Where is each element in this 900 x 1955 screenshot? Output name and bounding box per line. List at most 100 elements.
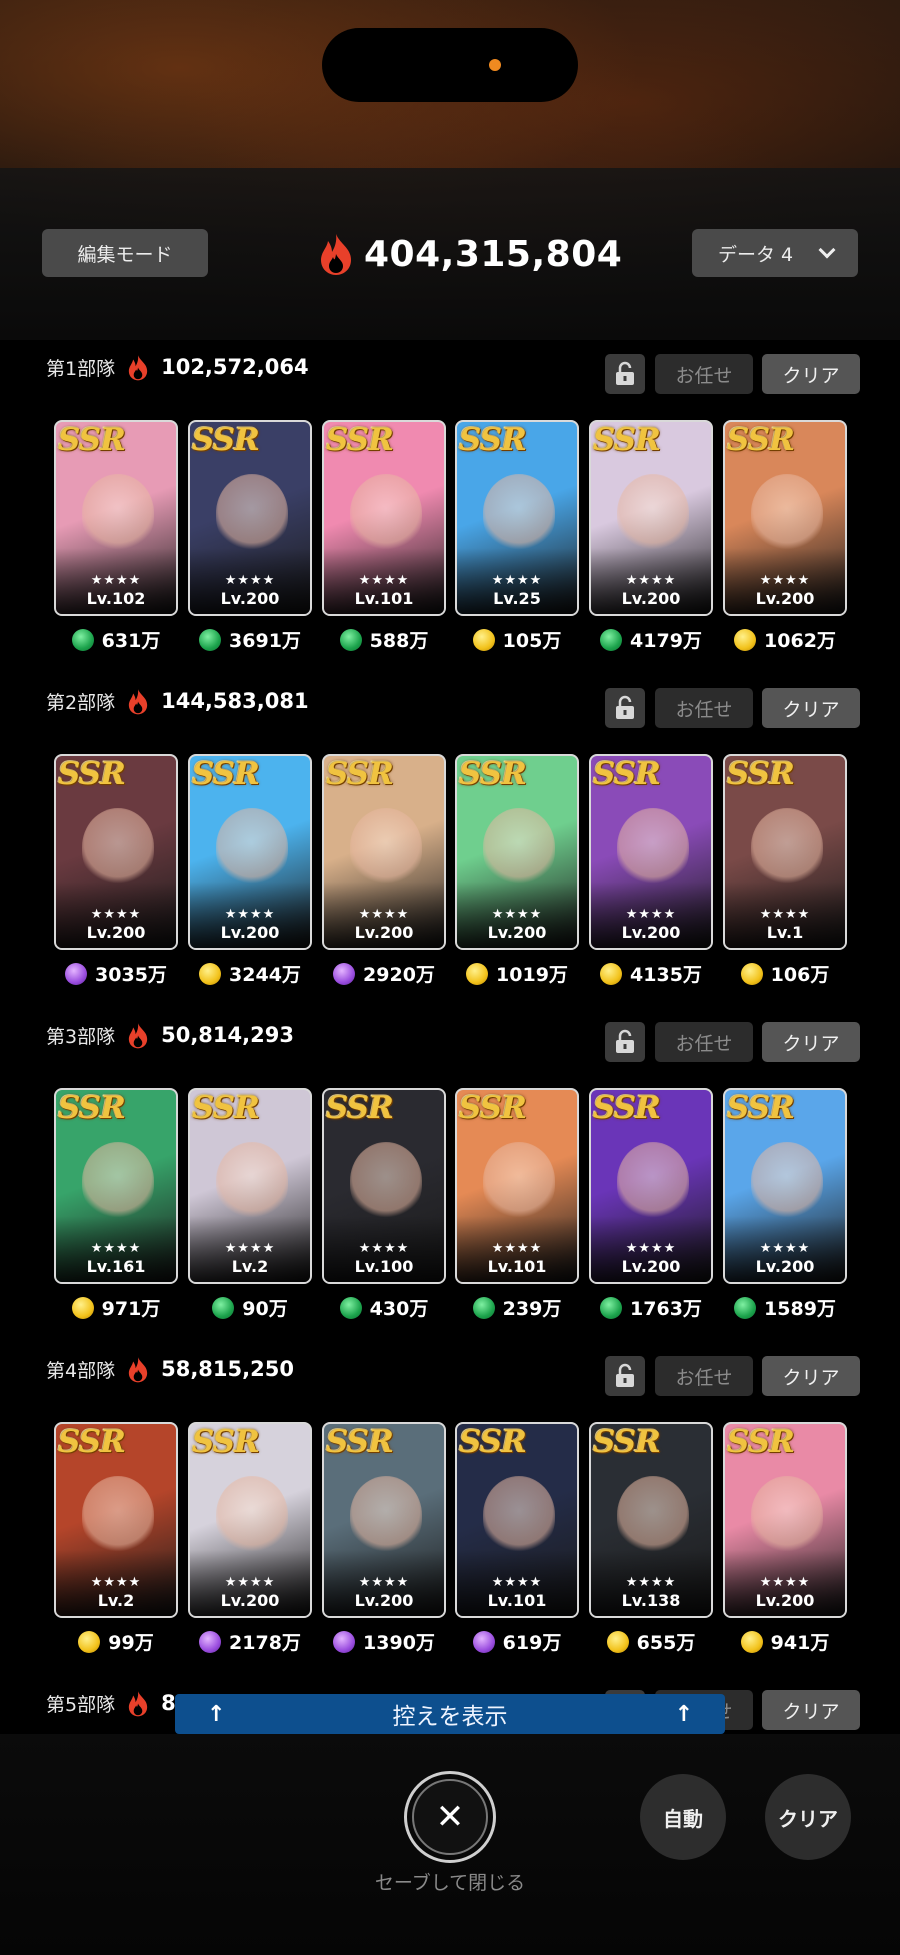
character-card[interactable]: SSR ★★★★ Lv.2 xyxy=(188,1088,312,1284)
lock-button[interactable] xyxy=(605,1356,645,1396)
character-card[interactable]: SSR ★★★★ Lv.200 xyxy=(322,754,446,950)
character-card[interactable]: SSR ★★★★ Lv.102 xyxy=(54,420,178,616)
lock-button[interactable] xyxy=(605,354,645,394)
character-level: Lv.138 xyxy=(621,1591,681,1610)
squad-clear-button[interactable]: クリア xyxy=(762,1356,860,1396)
omakase-label: お任せ xyxy=(675,1366,733,1389)
rarity-badge: SSR xyxy=(459,422,527,458)
character-power: 239万 xyxy=(455,1294,579,1321)
character-card[interactable]: SSR ★★★★ Lv.200 xyxy=(589,754,713,950)
character-portrait xyxy=(82,808,154,886)
character-level: Lv.200 xyxy=(621,923,681,942)
character-card[interactable]: SSR ★★★★ Lv.200 xyxy=(723,1088,847,1284)
character-card[interactable]: SSR ★★★★ Lv.138 xyxy=(589,1422,713,1618)
omakase-button[interactable]: お任せ xyxy=(655,1356,753,1396)
character-power: 1763万 xyxy=(589,1294,713,1321)
character-power: 1062万 xyxy=(723,626,847,653)
character-card[interactable]: SSR ★★★★ Lv.101 xyxy=(455,1422,579,1618)
character-portrait xyxy=(216,808,288,886)
character-card[interactable]: SSR ★★★★ Lv.25 xyxy=(455,420,579,616)
character-card[interactable]: SSR ★★★★ Lv.161 xyxy=(54,1088,178,1284)
character-card[interactable]: SSR ★★★★ Lv.200 xyxy=(322,1422,446,1618)
unlock-icon xyxy=(616,695,634,719)
character-power: 3691万 xyxy=(188,626,312,653)
character-level: Lv.200 xyxy=(220,1591,280,1610)
character-level: Lv.2 xyxy=(231,1257,269,1276)
lock-button[interactable] xyxy=(605,688,645,728)
total-power-value: 404,315,804 xyxy=(364,233,623,275)
rarity-badge: SSR xyxy=(727,422,795,458)
squad-label: 第5部隊 xyxy=(46,1693,116,1716)
character-power: 971万 xyxy=(54,1294,178,1321)
purple-orb-icon xyxy=(333,1630,356,1653)
rarity-badge: SSR xyxy=(593,1424,661,1460)
character-power-value: 3244万 xyxy=(229,964,301,986)
character-card[interactable]: SSR ★★★★ Lv.200 xyxy=(188,1422,312,1618)
squad-label: 第3部隊 xyxy=(46,1025,116,1048)
squad-clear-button[interactable]: クリア xyxy=(762,1690,860,1730)
omakase-button[interactable]: お任せ xyxy=(655,354,753,394)
save-close-button[interactable]: ✕ xyxy=(404,1771,496,1863)
character-power: 99万 xyxy=(54,1628,178,1655)
squad-label: 第2部隊 xyxy=(46,691,116,714)
character-power: 4179万 xyxy=(589,626,713,653)
character-card[interactable]: SSR ★★★★ Lv.200 xyxy=(723,420,847,616)
character-portrait xyxy=(617,1142,689,1220)
lock-button[interactable] xyxy=(605,1022,645,1062)
character-portrait xyxy=(82,1142,154,1220)
arrow-up-icon: ↑ xyxy=(674,1701,693,1727)
character-level: Lv.200 xyxy=(86,923,146,942)
green-orb-icon xyxy=(472,1296,495,1319)
squad-clear-button[interactable]: クリア xyxy=(762,688,860,728)
omakase-label: お任せ xyxy=(675,698,733,721)
omakase-button[interactable]: お任せ xyxy=(655,688,753,728)
data-slot-dropdown[interactable]: データ 4 xyxy=(692,229,858,277)
squad-power: 8 xyxy=(161,1691,176,1715)
rarity-badge: SSR xyxy=(593,422,661,458)
character-card[interactable]: SSR ★★★★ Lv.101 xyxy=(322,420,446,616)
omakase-button[interactable]: お任せ xyxy=(655,1022,753,1062)
character-card[interactable]: SSR ★★★★ Lv.200 xyxy=(589,420,713,616)
star-rating: ★★★★ xyxy=(759,907,811,922)
green-orb-icon xyxy=(212,1296,235,1319)
auto-button[interactable]: 自動 xyxy=(640,1774,726,1860)
green-orb-icon xyxy=(600,1296,623,1319)
rarity-badge: SSR xyxy=(326,756,394,792)
squad-list: 第1部隊 102,572,064 お任せ クリア SSR ★★★★ Lv.102 631万 SS… xyxy=(0,340,900,1730)
star-rating: ★★★★ xyxy=(358,1575,410,1590)
character-portrait xyxy=(483,1142,555,1220)
squad-header: 第1部隊 102,572,064 xyxy=(46,350,309,384)
star-rating: ★★★★ xyxy=(625,907,677,922)
character-card[interactable]: SSR ★★★★ Lv.101 xyxy=(455,1088,579,1284)
squad-clear-button[interactable]: クリア xyxy=(762,1022,860,1062)
character-card[interactable]: SSR ★★★★ Lv.200 xyxy=(589,1088,713,1284)
arrow-up-icon: ↑ xyxy=(207,1701,226,1727)
star-rating: ★★★★ xyxy=(90,573,142,588)
character-card[interactable]: SSR ★★★★ Lv.1 xyxy=(723,754,847,950)
clear-all-button[interactable]: クリア xyxy=(765,1774,851,1860)
squad-clear-button[interactable]: クリア xyxy=(762,354,860,394)
edit-mode-button[interactable]: 編集モード xyxy=(42,229,208,277)
character-card[interactable]: SSR ★★★★ Lv.200 xyxy=(723,1422,847,1618)
omakase-label: お任せ xyxy=(675,364,733,387)
squad-4: 第4部隊 58,815,250 お任せ クリア SSR ★★★★ Lv.2 99万 SSR ★★★… xyxy=(0,1342,900,1676)
clear-all-label: クリア xyxy=(778,1806,838,1831)
show-reserve-button[interactable]: ↑ 控えを表示 ↑ xyxy=(175,1694,725,1734)
character-card[interactable]: SSR ★★★★ Lv.200 xyxy=(188,420,312,616)
character-power-value: 971万 xyxy=(101,1298,161,1320)
auto-label: 自動 xyxy=(663,1806,703,1831)
character-card[interactable]: SSR ★★★★ Lv.200 xyxy=(188,754,312,950)
character-card[interactable]: SSR ★★★★ Lv.2 xyxy=(54,1422,178,1618)
character-power-value: 1589万 xyxy=(764,1298,836,1320)
character-level: Lv.101 xyxy=(487,1591,547,1610)
character-power: 3035万 xyxy=(54,960,178,987)
character-portrait xyxy=(216,474,288,552)
character-card[interactable]: SSR ★★★★ Lv.100 xyxy=(322,1088,446,1284)
squad-clear-label: クリア xyxy=(782,1366,840,1389)
character-card[interactable]: SSR ★★★★ Lv.200 xyxy=(54,754,178,950)
character-card[interactable]: SSR ★★★★ Lv.200 xyxy=(455,754,579,950)
show-reserve-label: 控えを表示 xyxy=(392,1704,508,1730)
star-rating: ★★★★ xyxy=(224,573,276,588)
purple-orb-icon xyxy=(65,962,88,985)
character-power: 2178万 xyxy=(188,1628,312,1655)
